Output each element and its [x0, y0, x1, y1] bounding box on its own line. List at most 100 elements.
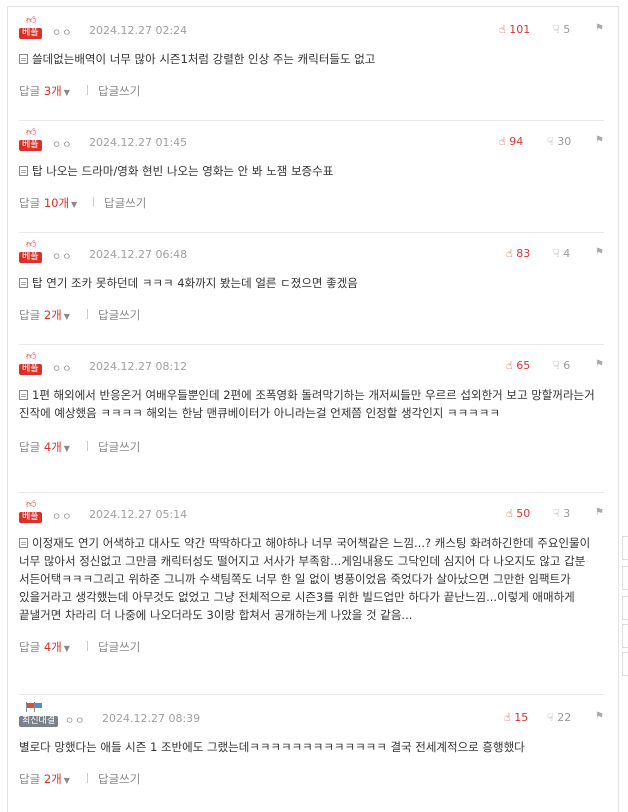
author-nick[interactable]: ㅇㅇ [52, 508, 72, 523]
side-tab[interactable] [622, 624, 628, 648]
downvote-button[interactable]: ☟ 22 [547, 711, 571, 724]
comment-date: 2024.12.27 05:14 [89, 508, 188, 521]
comment-item: 👍︎ 베플 ㅇㅇ 2024.12.27 06:48 ☝ 83 ☟ 4 ⚑ 탑 연… [19, 239, 604, 323]
comment-date: 2024.12.27 02:24 [89, 24, 188, 37]
side-tab[interactable] [622, 652, 628, 676]
downvote-button[interactable]: ☟ 6 [553, 359, 570, 372]
write-reply-link[interactable]: 답글쓰기 [98, 307, 140, 323]
comment-footer: 답글 10개 ▼ 답글쓰기 [19, 195, 604, 211]
comment-date: 2024.12.27 08:39 [102, 712, 201, 725]
upvote-button[interactable]: ☝ 65 [506, 359, 530, 372]
comment-text: 탑 나오는 드라마/영화 현빈 나오는 영화는 안 봐 노잼 보증수표 [19, 162, 604, 180]
upvote-button[interactable]: ☝ 101 [499, 23, 530, 36]
best-thumb-icon: 👍︎ [26, 239, 37, 250]
document-icon [19, 54, 28, 64]
side-tab[interactable] [622, 566, 628, 590]
document-icon [19, 390, 28, 400]
comment-footer: 답글 2개 ▼ 답글쓰기 [19, 307, 604, 323]
reply-toggle[interactable]: 답글 4개 ▼ [19, 639, 70, 655]
side-tab[interactable] [622, 596, 628, 620]
blue-flag-icon [35, 703, 42, 708]
separator [19, 694, 604, 695]
thumb-up-icon: ☝ [499, 135, 506, 148]
comment-date: 2024.12.27 06:48 [89, 248, 188, 261]
reply-toggle[interactable]: 답글 10개 ▼ [19, 195, 77, 211]
thumb-up-icon: ☝ [506, 247, 513, 260]
best-thumb-icon: 👍︎ [26, 351, 37, 362]
side-tab[interactable] [622, 536, 628, 560]
comment-text: 별로다 망했다는 애들 시즌 1 조반에도 그랬는데ㅋㅋㅋㅋㅋㅋㅋㅋㅋㅋㅋㅋㅋ … [19, 740, 525, 754]
separator [19, 344, 604, 345]
upvote-button[interactable]: ☝ 94 [499, 135, 523, 148]
upvote-button[interactable]: ☝ 50 [506, 507, 530, 520]
report-icon[interactable]: ⚑ [595, 247, 604, 258]
downvote-button[interactable]: ☟ 5 [553, 23, 570, 36]
caret-down-icon: ▼ [71, 200, 78, 209]
reply-count: 2개 [43, 772, 62, 786]
author-nick[interactable]: ㅇㅇ [65, 712, 85, 727]
write-reply-link[interactable]: 답글쓰기 [98, 439, 140, 455]
reply-toggle[interactable]: 답글 3개 ▼ [19, 83, 70, 99]
write-reply-link[interactable]: 답글쓰기 [104, 195, 146, 211]
comment-meta: 👍︎ 베플 ㅇㅇ 2024.12.27 05:14 ☝ 50 ☟ 3 ⚑ [19, 499, 604, 523]
divider [93, 197, 94, 207]
report-icon[interactable]: ⚑ [595, 135, 604, 146]
reply-count: 4개 [43, 440, 62, 454]
thumb-down-icon: ☟ [553, 247, 560, 260]
comment-footer: 답글 3개 ▼ 답글쓰기 [19, 83, 604, 99]
comment-date: 2024.12.27 01:45 [89, 136, 188, 149]
best-badge: 👍︎ 베플 [19, 127, 45, 151]
document-icon [19, 278, 28, 288]
separator [19, 232, 604, 233]
upvote-button[interactable]: ☝ 83 [506, 247, 530, 260]
best-badge: 👍︎ 베플 [19, 239, 45, 263]
caret-down-icon: ▼ [63, 644, 70, 653]
reply-toggle[interactable]: 답글 4개 ▼ [19, 439, 70, 455]
write-reply-link[interactable]: 답글쓰기 [98, 83, 140, 99]
thumb-down-icon: ☟ [553, 23, 560, 36]
thumb-up-icon: ☝ [506, 359, 513, 372]
report-icon[interactable]: ⚑ [595, 507, 604, 518]
reply-count: 2개 [43, 308, 62, 322]
comment-item: 최신대결 ㅇㅇ 2024.12.27 08:39 ☝ 15 ☟ 22 ⚑ 별로다… [19, 702, 604, 787]
report-icon[interactable]: ⚑ [595, 23, 604, 34]
document-icon [19, 538, 28, 548]
comment-meta: 👍︎ 베플 ㅇㅇ 2024.12.27 01:45 ☝ 94 ☟ 30 ⚑ [19, 127, 604, 151]
best-thumb-icon: 👍︎ [26, 499, 37, 510]
comment-footer: 답글 4개 ▼ 답글쓰기 [19, 439, 604, 455]
caret-down-icon: ▼ [63, 444, 70, 453]
author-nick[interactable]: ㅇㅇ [52, 136, 72, 151]
author-nick[interactable]: ㅇㅇ [52, 360, 72, 375]
reply-toggle[interactable]: 답글 2개 ▼ [19, 771, 70, 787]
upvote-button[interactable]: ☝ 15 [504, 711, 528, 724]
reply-count: 4개 [43, 640, 62, 654]
comment-item: 👍︎ 베플 ㅇㅇ 2024.12.27 05:14 ☝ 50 ☟ 3 ⚑ 이정재… [19, 499, 604, 655]
reply-toggle[interactable]: 답글 2개 ▼ [19, 307, 70, 323]
comment-date: 2024.12.27 08:12 [89, 360, 188, 373]
divider [87, 309, 88, 319]
downvote-button[interactable]: ☟ 4 [553, 247, 570, 260]
comment-item: 👍︎ 베플 ㅇㅇ 2024.12.27 01:45 ☝ 94 ☟ 30 ⚑ 탑 … [19, 127, 604, 211]
downvote-button[interactable]: ☟ 30 [547, 135, 571, 148]
comment-text: 탑 연기 조카 못하던데 ㅋㅋㅋ 4화까지 봤는데 얼른 ㄷ졌으면 좋겠음 [19, 274, 604, 292]
author-nick[interactable]: ㅇㅇ [52, 24, 72, 39]
thumb-down-icon: ☟ [547, 135, 554, 148]
comment-item: 👍︎ 베플 ㅇㅇ 2024.12.27 02:24 ☝ 101 ☟ 5 ⚑ 쓸데… [19, 16, 604, 99]
document-icon [19, 166, 28, 176]
separator [19, 120, 604, 121]
report-icon[interactable]: ⚑ [595, 359, 604, 370]
thumb-up-icon: ☝ [499, 23, 506, 36]
comment-meta: 👍︎ 베플 ㅇㅇ 2024.12.27 02:24 ☝ 101 ☟ 5 ⚑ [19, 16, 604, 39]
comment-text: 이정재도 연기 어색하고 대사도 약간 딱딱하다고 해야하나 너무 국어책같은 … [19, 536, 591, 622]
best-thumb-icon: 👍︎ [26, 127, 37, 138]
author-nick[interactable]: ㅇㅇ [52, 248, 72, 263]
divider [87, 441, 88, 451]
comment-text: 쓸데없는배역이 너무 많아 시즌1처럼 강렬한 인상 주는 캐릭터들도 없고 [19, 50, 604, 68]
separator [19, 492, 604, 493]
write-reply-link[interactable]: 답글쓰기 [98, 639, 140, 655]
report-icon[interactable]: ⚑ [595, 711, 604, 722]
caret-down-icon: ▼ [63, 88, 70, 97]
write-reply-link[interactable]: 답글쓰기 [98, 771, 140, 787]
downvote-button[interactable]: ☟ 3 [553, 507, 570, 520]
thumb-down-icon: ☟ [553, 507, 560, 520]
